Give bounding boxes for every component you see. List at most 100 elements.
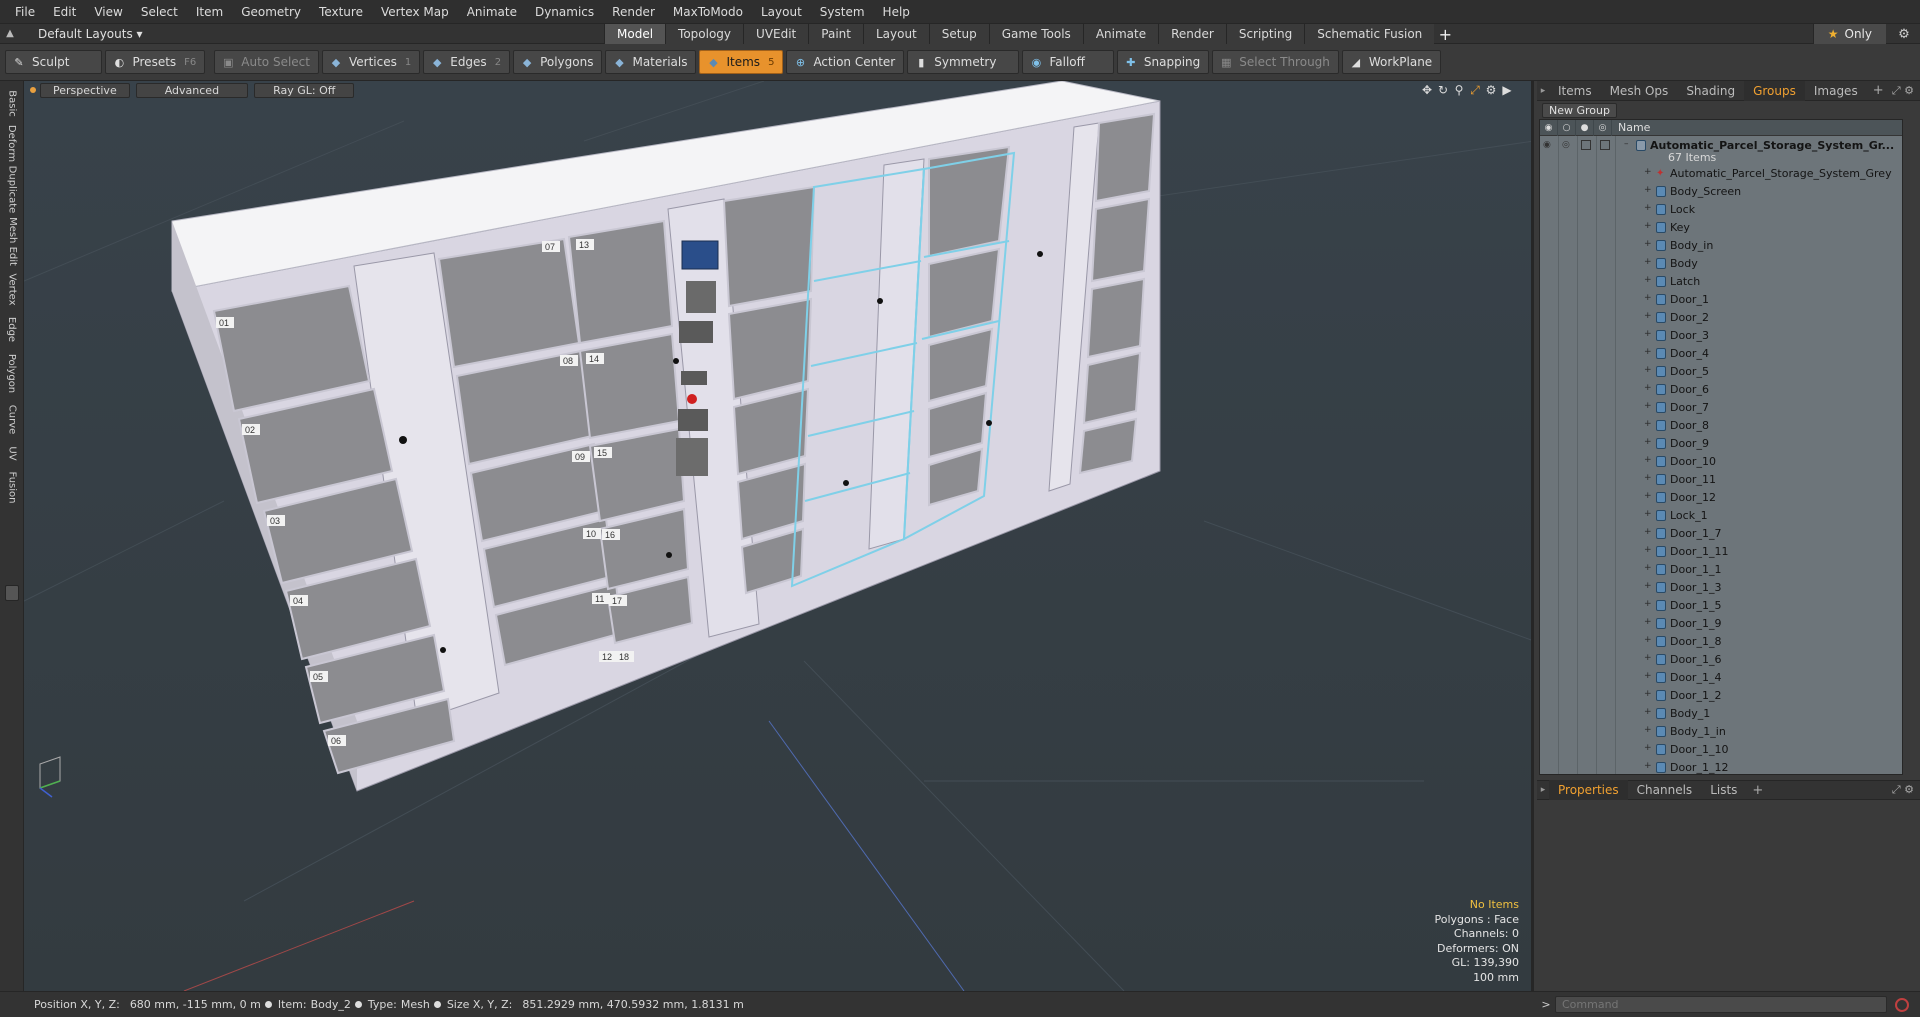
items-button[interactable]: ◆ Items 5	[699, 50, 784, 74]
expand-arrow-icon[interactable]: +	[1644, 761, 1652, 771]
menu-layout[interactable]: Layout	[752, 5, 811, 19]
gear-icon[interactable]: ⚙	[1894, 25, 1914, 43]
expand-arrow-icon[interactable]: +	[1644, 473, 1652, 483]
list-item[interactable]: + Body_1	[1540, 705, 1902, 723]
tab-scripting[interactable]: Scripting	[1225, 24, 1305, 44]
tab-schematic-fusion[interactable]: Schematic Fusion	[1304, 24, 1435, 44]
menu-render[interactable]: Render	[603, 5, 664, 19]
menu-help[interactable]: Help	[874, 5, 919, 19]
vertices-button[interactable]: ◆ Vertices 1	[321, 50, 421, 74]
expand-arrow-icon[interactable]: +	[1644, 257, 1652, 267]
list-item[interactable]: + Door_3	[1540, 327, 1902, 345]
list-item[interactable]: + Door_8	[1540, 417, 1902, 435]
menu-animate[interactable]: Animate	[458, 5, 526, 19]
sculpt-button[interactable]: ✎ Sculpt	[5, 50, 103, 74]
menu-dynamics[interactable]: Dynamics	[526, 5, 603, 19]
tab-layout[interactable]: Layout	[862, 24, 929, 44]
only-toggle[interactable]: ★ Only	[1812, 24, 1886, 44]
expand-arrow-icon[interactable]: +	[1644, 617, 1652, 627]
symmetry-button[interactable]: ▮ Symmetry	[907, 50, 1020, 74]
list-item[interactable]: + Body	[1540, 255, 1902, 273]
left-tab-vertex[interactable]: Vertex	[0, 269, 24, 309]
expand-arrow-icon[interactable]: +	[1644, 221, 1652, 231]
left-tab-deform[interactable]: Deform	[0, 123, 24, 163]
tab-uvedit[interactable]: UVEdit	[743, 24, 809, 44]
viewport-expand-icon[interactable]: ▶	[1499, 83, 1515, 98]
expand-arrow-icon[interactable]: +	[1644, 743, 1652, 753]
list-scrollbar[interactable]	[1905, 119, 1915, 775]
list-item[interactable]: + Door_1_9	[1540, 615, 1902, 633]
expand-arrow-icon[interactable]: +	[1644, 653, 1652, 663]
layout-selector[interactable]: Default Layouts ▾	[20, 27, 153, 41]
expand-arrow-icon[interactable]: +	[1644, 419, 1652, 429]
left-tab-uv[interactable]: UV	[0, 441, 24, 465]
panel-tab-channels[interactable]: Channels	[1628, 780, 1702, 800]
list-item[interactable]: + Body_1_in	[1540, 723, 1902, 741]
list-item[interactable]: + Door_6	[1540, 381, 1902, 399]
edges-button[interactable]: ◆ Edges 2	[423, 50, 511, 74]
collapse-arrow-icon[interactable]: –	[1624, 139, 1629, 149]
lock-checkbox[interactable]	[1581, 140, 1591, 150]
list-item[interactable]: + Body_in	[1540, 237, 1902, 255]
panel-tab-items[interactable]: Items	[1549, 81, 1601, 101]
eye-icon[interactable]: ◉	[1540, 120, 1558, 136]
list-item[interactable]: + Door_9	[1540, 435, 1902, 453]
expand-arrow-icon[interactable]: +	[1644, 185, 1652, 195]
add-panel-tab-icon[interactable]: +	[1867, 83, 1890, 98]
menu-select[interactable]: Select	[132, 5, 187, 19]
raygl-button[interactable]: Ray GL: Off	[254, 82, 355, 98]
menu-file[interactable]: File	[6, 5, 44, 19]
list-item[interactable]: + Door_1_7	[1540, 525, 1902, 543]
viewport-menu-dot[interactable]	[30, 87, 36, 93]
list-item[interactable]: + Lock	[1540, 201, 1902, 219]
menu-geometry[interactable]: Geometry	[232, 5, 310, 19]
list-item[interactable]: + Door_7	[1540, 399, 1902, 417]
action-center-button[interactable]: ⊕ Action Center	[786, 50, 905, 74]
list-item[interactable]: + Latch	[1540, 273, 1902, 291]
panel-expand-icon[interactable]: ⤢ ⚙	[1892, 84, 1914, 98]
tool-panel-toggle[interactable]	[5, 585, 19, 601]
shading-mode-button[interactable]: Advanced	[135, 82, 249, 98]
menu-system[interactable]: System	[811, 5, 874, 19]
snapping-button[interactable]: ✚ Snapping	[1116, 50, 1210, 74]
list-item[interactable]: + Door_1	[1540, 291, 1902, 309]
select-icon[interactable]: ◎	[1594, 120, 1612, 136]
list-item[interactable]: + Door_1_8	[1540, 633, 1902, 651]
auto-select-button[interactable]: ▣ Auto Select	[214, 50, 319, 74]
render-icon[interactable]: ○	[1558, 120, 1576, 136]
expand-arrow-icon[interactable]: +	[1644, 527, 1652, 537]
menu-view[interactable]: View	[85, 5, 131, 19]
panel-menu-icon[interactable]: ▸	[1537, 780, 1549, 800]
select-through-button[interactable]: ▦ Select Through	[1212, 50, 1339, 74]
zoom-icon[interactable]: ⚲	[1451, 83, 1467, 98]
left-tab-duplicate[interactable]: Duplicate	[0, 165, 24, 213]
menu-maxtomodo[interactable]: MaxToModo	[664, 5, 752, 19]
list-item[interactable]: + Door_12	[1540, 489, 1902, 507]
panel-tab-images[interactable]: Images	[1805, 81, 1867, 101]
list-item[interactable]: + Door_1_6	[1540, 651, 1902, 669]
list-item[interactable]: + Door_11	[1540, 471, 1902, 489]
pan-icon[interactable]: ✥	[1419, 83, 1435, 98]
falloff-button[interactable]: ◉ Falloff	[1022, 50, 1114, 74]
expand-arrow-icon[interactable]: +	[1644, 491, 1652, 501]
panel-menu-icon[interactable]: ▸	[1537, 81, 1549, 101]
list-item[interactable]: + Door_1_12	[1540, 759, 1902, 774]
tab-game-tools[interactable]: Game Tools	[988, 24, 1083, 44]
view-mode-button[interactable]: Perspective	[40, 82, 130, 98]
expand-arrow-icon[interactable]: +	[1644, 635, 1652, 645]
record-icon[interactable]	[1895, 997, 1909, 1012]
select-checkbox[interactable]	[1600, 140, 1610, 150]
expand-arrow-icon[interactable]: +	[1644, 347, 1652, 357]
tab-model[interactable]: Model	[604, 24, 666, 44]
layout-home-icon[interactable]: ▲	[0, 24, 20, 44]
list-item[interactable]: + Door_10	[1540, 453, 1902, 471]
menu-item[interactable]: Item	[187, 5, 232, 19]
list-item[interactable]: + Door_1_1	[1540, 561, 1902, 579]
left-tab-mesh-edit[interactable]: Mesh Edit	[0, 215, 24, 267]
menu-texture[interactable]: Texture	[310, 5, 372, 19]
list-item[interactable]: + Door_2	[1540, 309, 1902, 327]
expand-arrow-icon[interactable]: +	[1644, 581, 1652, 591]
list-item[interactable]: + Lock_1	[1540, 507, 1902, 525]
3d-viewport[interactable]: Perspective Advanced Ray GL: Off ✥ ↻ ⚲ ⤢…	[24, 81, 1534, 991]
list-item[interactable]: + Door_1_3	[1540, 579, 1902, 597]
